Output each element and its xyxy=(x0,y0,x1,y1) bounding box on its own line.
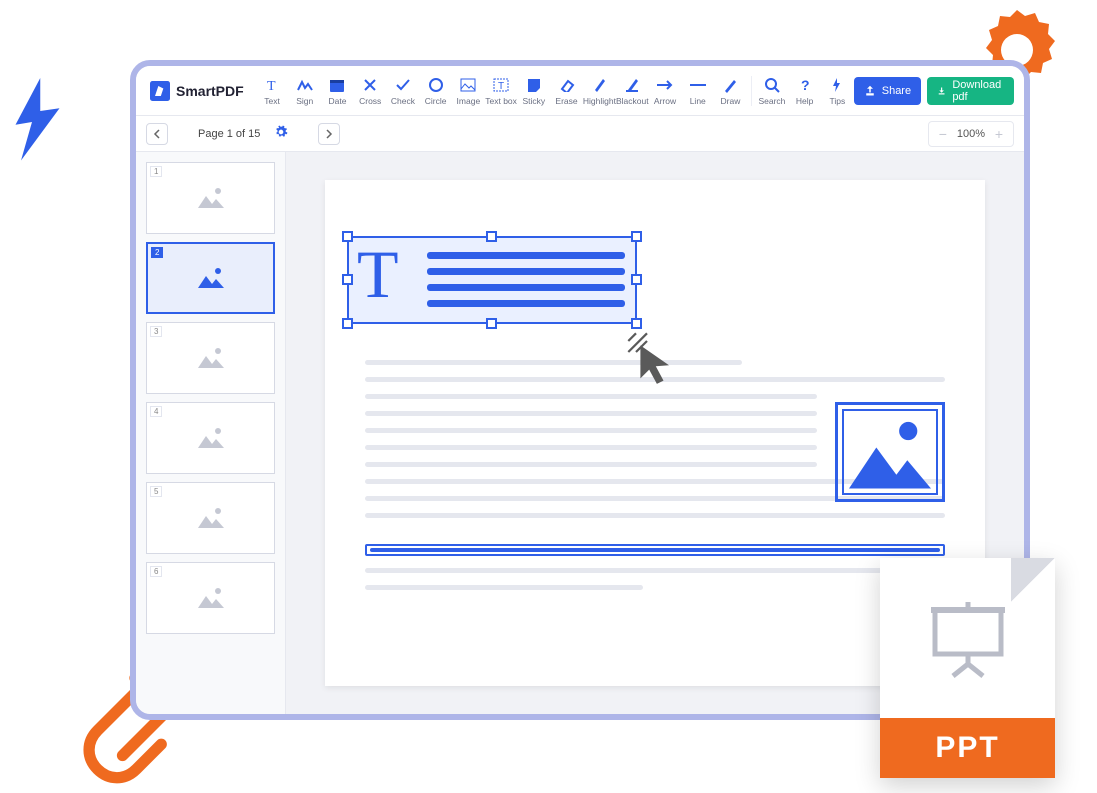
resize-handle-tl[interactable] xyxy=(342,231,353,242)
download-icon xyxy=(937,85,946,97)
brand-name: SmartPDF xyxy=(176,83,244,99)
page-indicator: Page 1 of 15 xyxy=(198,128,260,140)
resize-handle-r[interactable] xyxy=(631,274,642,285)
ppt-file-badge: PPT xyxy=(880,558,1055,778)
zoom-out-button[interactable]: − xyxy=(937,127,949,141)
thumbnail-page-1[interactable]: 1 xyxy=(146,162,275,234)
navigation-bar: Page 1 of 15 − 100% + xyxy=(136,116,1024,152)
zoom-control: − 100% + xyxy=(928,121,1014,147)
share-icon xyxy=(864,85,876,97)
prev-page-button[interactable] xyxy=(146,123,168,145)
tool-date[interactable]: Date xyxy=(321,71,354,111)
tool-erase[interactable]: Erase xyxy=(550,71,583,111)
svg-text:?: ? xyxy=(801,77,810,93)
tool-sticky[interactable]: Sticky xyxy=(517,71,550,111)
tool-highlight[interactable]: Highlight xyxy=(583,71,616,111)
chevron-left-icon xyxy=(153,129,161,139)
svg-text:T: T xyxy=(267,79,276,93)
page-settings-icon[interactable] xyxy=(274,125,288,142)
text-element-icon: T xyxy=(357,240,399,308)
zoom-value: 100% xyxy=(957,128,985,140)
tool-circle[interactable]: Circle xyxy=(419,71,452,111)
tool-blackout[interactable]: Blackout xyxy=(616,71,649,111)
tool-cross[interactable]: Cross xyxy=(354,71,387,111)
resize-handle-l[interactable] xyxy=(342,274,353,285)
download-button[interactable]: Download pdf xyxy=(927,77,1014,105)
tool-arrow[interactable]: Arrow xyxy=(649,71,682,111)
app-logo: SmartPDF xyxy=(150,81,244,101)
resize-handle-b[interactable] xyxy=(486,318,497,329)
thumbnail-page-2[interactable]: 2 xyxy=(146,242,275,314)
chevron-right-icon xyxy=(325,129,333,139)
next-page-button[interactable] xyxy=(318,123,340,145)
zoom-in-button[interactable]: + xyxy=(993,127,1005,141)
thumbnail-sidebar[interactable]: 1 2 3 4 5 6 xyxy=(136,152,286,714)
tool-help[interactable]: ?Help xyxy=(788,71,821,111)
image-element[interactable] xyxy=(835,402,945,502)
svg-text:T: T xyxy=(498,81,504,92)
thumbnail-page-3[interactable]: 3 xyxy=(146,322,275,394)
share-button[interactable]: Share xyxy=(854,77,921,105)
selected-text-element[interactable]: T xyxy=(347,236,637,324)
resize-handle-t[interactable] xyxy=(486,231,497,242)
main-toolbar: SmartPDF TText Sign Date Cross Check Cir… xyxy=(136,66,1024,116)
selected-line-element[interactable] xyxy=(365,544,945,556)
thumbnail-page-4[interactable]: 4 xyxy=(146,402,275,474)
tool-text[interactable]: TText xyxy=(256,71,289,111)
thumbnail-page-5[interactable]: 5 xyxy=(146,482,275,554)
tool-check[interactable]: Check xyxy=(387,71,420,111)
tool-sign[interactable]: Sign xyxy=(288,71,321,111)
tool-tips[interactable]: Tips xyxy=(821,71,854,111)
tool-line[interactable]: Line xyxy=(681,71,714,111)
tool-textbox[interactable]: TText box xyxy=(485,71,518,111)
file-type-label: PPT xyxy=(880,718,1055,778)
cursor-arrow-icon xyxy=(625,330,680,385)
lightning-decoration-icon xyxy=(10,78,65,148)
resize-handle-bl[interactable] xyxy=(342,318,353,329)
thumbnail-page-6[interactable]: 6 xyxy=(146,562,275,634)
resize-handle-br[interactable] xyxy=(631,318,642,329)
tool-search[interactable]: Search xyxy=(756,71,789,111)
tool-draw[interactable]: Draw xyxy=(714,71,747,111)
tool-image[interactable]: Image xyxy=(452,71,485,111)
presentation-icon xyxy=(929,598,1007,678)
resize-handle-tr[interactable] xyxy=(631,231,642,242)
